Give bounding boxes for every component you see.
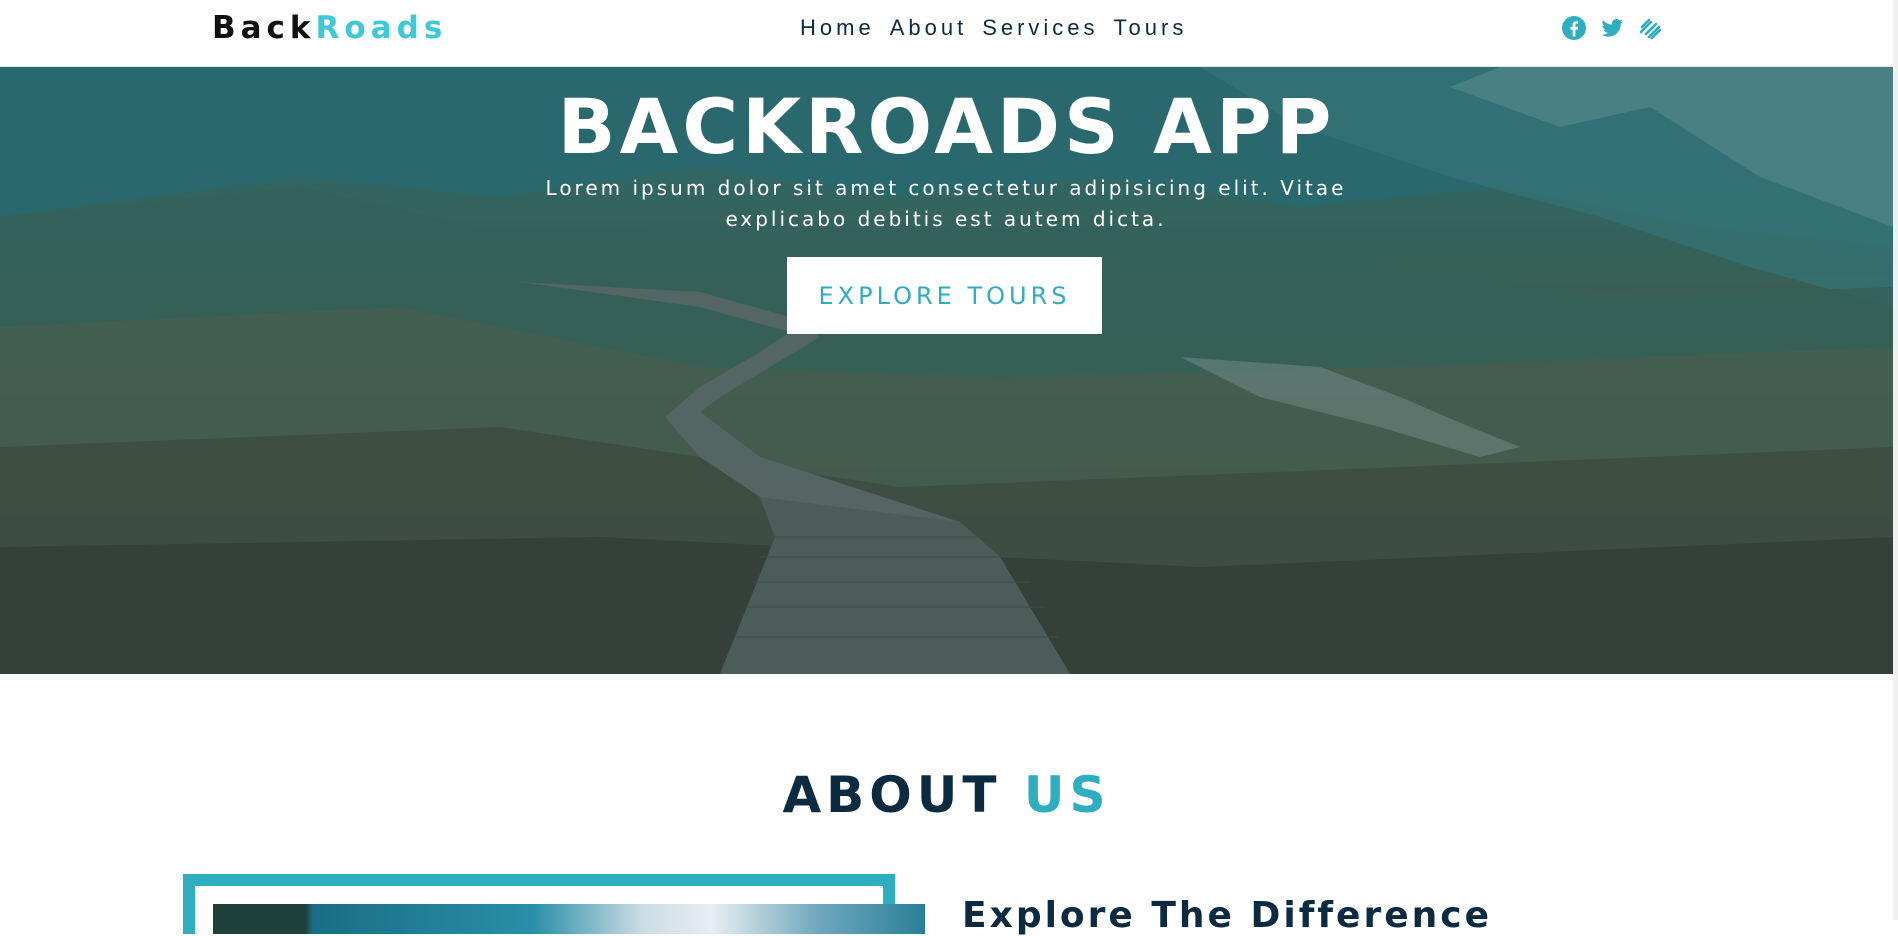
about-heading: Explore The Difference bbox=[962, 895, 1493, 936]
about-title-part1: ABOUT bbox=[782, 766, 1002, 824]
nav-links: Home About Services Tours bbox=[800, 14, 1187, 42]
nav-link-home[interactable]: Home bbox=[800, 14, 875, 42]
hero-title: BACKROADS APP bbox=[557, 82, 1336, 171]
nav-link-services[interactable]: Services bbox=[982, 14, 1098, 42]
navbar: BackRoads Home About Services Tours bbox=[0, 0, 1893, 67]
facebook-icon[interactable] bbox=[1560, 14, 1588, 42]
about-image bbox=[213, 904, 925, 934]
social-links bbox=[1560, 14, 1664, 42]
twitter-icon[interactable] bbox=[1598, 14, 1626, 42]
hero-text: Lorem ipsum dolor sit amet consectetur a… bbox=[545, 176, 1347, 231]
about-section-title: ABOUT US bbox=[0, 765, 1893, 825]
explore-tours-button[interactable]: EXPLORE TOURS bbox=[787, 257, 1102, 334]
about-title-part2: US bbox=[1023, 766, 1111, 824]
logo-text-back: Back bbox=[212, 10, 316, 46]
nav-link-tours[interactable]: Tours bbox=[1114, 14, 1188, 42]
hero-section: BACKROADS APP Lorem ipsum dolor sit amet… bbox=[0, 67, 1893, 674]
logo-text-roads: Roads bbox=[315, 10, 448, 46]
squarespace-icon[interactable] bbox=[1636, 14, 1664, 42]
logo[interactable]: BackRoads bbox=[212, 10, 447, 46]
scrollbar[interactable] bbox=[1893, 0, 1898, 920]
nav-link-about[interactable]: About bbox=[890, 14, 968, 42]
